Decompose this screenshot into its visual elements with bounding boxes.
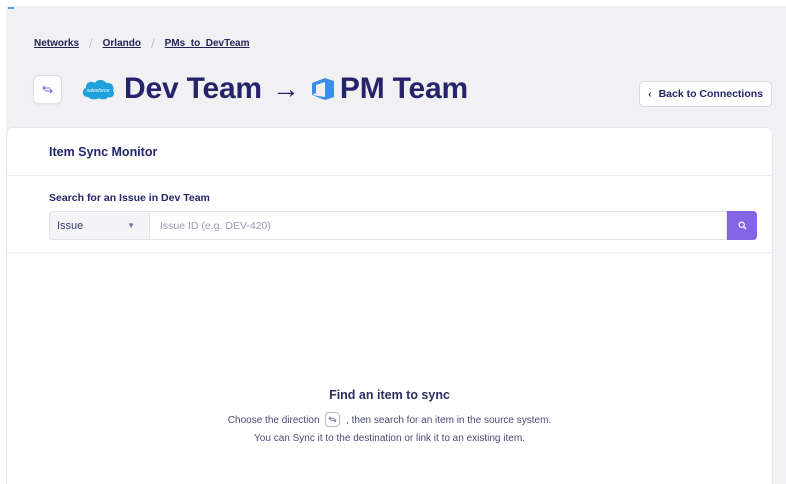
issue-id-input[interactable]	[149, 211, 727, 240]
empty-state-line-1: Choose the direction , then search for a…	[7, 411, 772, 430]
source-name: Dev Team	[124, 72, 262, 105]
breadcrumb: Networks / Orlando / PMs_to_DevTeam	[34, 36, 249, 51]
swap-arrows-icon	[42, 85, 53, 93]
breadcrumb-networks[interactable]: Networks	[34, 38, 79, 49]
breadcrumb-orlando[interactable]: Orlando	[103, 38, 141, 49]
caret-down-icon: ▼	[127, 221, 135, 230]
destination-name: PM Team	[339, 72, 468, 105]
corner-indicator	[8, 7, 14, 9]
direction-arrow: →	[271, 73, 300, 104]
item-type-select[interactable]: Issue ▼	[49, 211, 149, 240]
breadcrumb-separator: /	[150, 36, 155, 51]
swap-direction-button[interactable]	[33, 74, 62, 104]
salesforce-logo-text: salesforce	[87, 88, 110, 94]
empty-state-text-after: , then search for an item in the source …	[346, 415, 552, 426]
chevron-left-icon: ‹	[648, 88, 652, 100]
search-button[interactable]	[727, 211, 757, 240]
app-frame: Networks / Orlando / PMs_to_DevTeam sale…	[6, 6, 786, 484]
back-button-label: Back to Connections	[658, 88, 763, 100]
search-section: Search for an Issue in Dev Team Issue ▼	[7, 176, 772, 253]
back-to-connections-button[interactable]: ‹ Back to Connections	[639, 81, 772, 107]
search-label: Search for an Issue in Dev Team	[49, 192, 210, 204]
empty-state-text-before: Choose the direction	[227, 415, 320, 426]
breadcrumb-separator: /	[89, 36, 93, 51]
empty-state: Find an item to sync Choose the directio…	[7, 388, 772, 448]
swap-arrows-icon	[325, 411, 341, 427]
card-title: Item Sync Monitor	[7, 128, 772, 176]
salesforce-cloud-icon: salesforce	[80, 77, 116, 101]
item-type-value: Issue	[57, 219, 84, 232]
search-row: Issue ▼	[49, 211, 757, 240]
empty-state-line-2: You can Sync it to the destination or li…	[254, 433, 525, 444]
azure-devops-icon	[310, 76, 336, 102]
page-header: salesforce Dev Team → PM Team	[33, 72, 468, 106]
item-sync-monitor-card: Item Sync Monitor Search for an Issue in…	[6, 127, 773, 484]
search-icon	[738, 221, 746, 230]
breadcrumb-connection[interactable]: PMs_to_DevTeam	[165, 38, 250, 49]
empty-state-title: Find an item to sync	[329, 388, 450, 402]
